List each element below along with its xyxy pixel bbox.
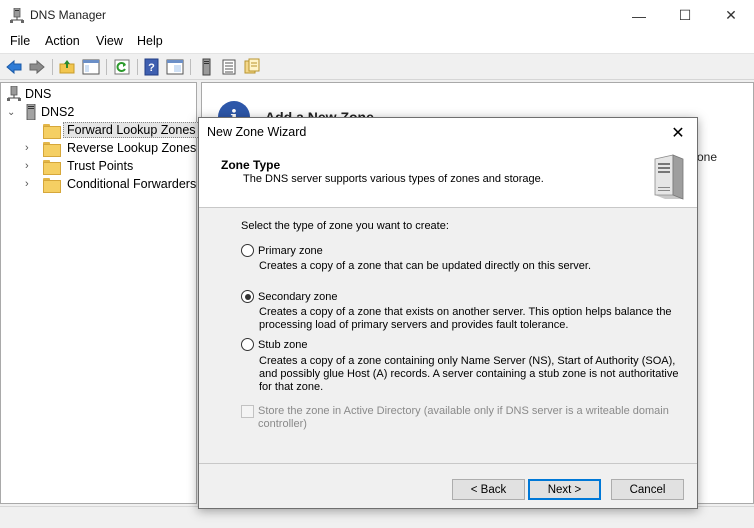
store-in-ad-checkbox: Store the zone in Active Directory (avai…	[241, 405, 681, 431]
title-bar: DNS Manager — ☐ ✕	[0, 0, 754, 31]
folder-icon	[43, 159, 61, 175]
wizard-body: Select the type of zone you want to crea…	[199, 209, 697, 462]
window-title: DNS Manager	[30, 8, 107, 22]
show-hide-tree-icon[interactable]	[82, 58, 100, 76]
toolbar-separator	[106, 59, 107, 75]
chevron-right-icon[interactable]: ›	[25, 178, 43, 190]
wizard-page-title: Zone Type	[221, 158, 281, 172]
toolbar-separator	[137, 59, 138, 75]
dialog-close-button[interactable]: ✕	[667, 122, 689, 144]
toolbar: ?	[0, 53, 754, 80]
wizard-header: Zone Type The DNS server supports variou…	[199, 147, 697, 208]
server-tower-icon	[654, 154, 684, 200]
store-in-ad-label: Store the zone in Active Directory (avai…	[258, 405, 669, 430]
primary-zone-description: Creates a copy of a zone that can be upd…	[259, 260, 592, 272]
tree-item-label: Trust Points	[67, 159, 134, 173]
refresh-icon[interactable]	[113, 58, 131, 76]
zone-type-prompt: Select the type of zone you want to crea…	[241, 220, 449, 232]
stub-zone-description: Creates a copy of a zone containing only…	[259, 355, 679, 393]
back-arrow-icon[interactable]	[5, 58, 23, 76]
chevron-right-icon[interactable]: ›	[25, 160, 43, 172]
console-tree[interactable]: DNS ⌄ DNS2 Forward Lookup Zones › Revers…	[0, 82, 200, 504]
primary-zone-radio[interactable]: Primary zone	[241, 244, 323, 257]
svg-text:?: ?	[148, 62, 155, 74]
tree-item-label: Forward Lookup Zones	[63, 122, 200, 138]
tree-item-forward-lookup-zones[interactable]: Forward Lookup Zones	[25, 121, 200, 139]
next-button[interactable]: Next >	[528, 479, 601, 500]
tree-item-label: Reverse Lookup Zones	[67, 141, 197, 155]
toolbar-separator	[190, 59, 191, 75]
new-zone-wizard-dialog: New Zone Wizard ✕ Zone Type The DNS serv…	[198, 117, 698, 509]
help-icon[interactable]: ?	[143, 58, 161, 76]
maximize-button[interactable]: ☐	[662, 0, 708, 31]
dialog-title-bar: New Zone Wizard ✕	[199, 118, 697, 147]
status-bar	[0, 506, 754, 528]
tree-server-label: DNS2	[41, 105, 75, 119]
back-button[interactable]: < Back	[452, 479, 525, 500]
chevron-right-icon[interactable]: ›	[25, 142, 43, 154]
stub-zone-label: Stub zone	[258, 338, 308, 351]
tree-server-dns2[interactable]: ⌄ DNS2	[7, 103, 78, 121]
menu-file[interactable]: File	[10, 34, 30, 48]
server-icon[interactable]	[197, 58, 215, 76]
tree-root-dns[interactable]: DNS	[7, 85, 55, 103]
tree-item-reverse-lookup-zones[interactable]: › Reverse Lookup Zones	[25, 139, 200, 157]
menu-bar: File Action View Help	[0, 31, 754, 53]
dns-manager-icon	[10, 8, 24, 23]
menu-view[interactable]: View	[96, 34, 123, 48]
minimize-button[interactable]: —	[616, 0, 662, 31]
dialog-title: New Zone Wizard	[207, 125, 307, 139]
radio-button[interactable]	[241, 244, 254, 257]
close-button[interactable]: ✕	[708, 0, 754, 31]
radio-button[interactable]	[241, 338, 254, 351]
tree-item-label: Conditional Forwarders	[67, 177, 197, 191]
chevron-down-icon[interactable]: ⌄	[7, 107, 25, 118]
primary-zone-label: Primary zone	[258, 244, 323, 257]
folder-icon	[43, 141, 61, 157]
radio-button-selected[interactable]	[241, 290, 254, 303]
console-pane-icon[interactable]	[166, 58, 184, 76]
results-partial-text: one	[697, 150, 718, 164]
toolbar-separator	[52, 59, 53, 75]
tree-item-conditional-forwarders[interactable]: › Conditional Forwarders	[25, 175, 200, 193]
secondary-zone-radio[interactable]: Secondary zone	[241, 290, 338, 303]
folder-icon	[43, 123, 61, 139]
menu-action[interactable]: Action	[45, 34, 80, 48]
stub-zone-radio[interactable]: Stub zone	[241, 338, 308, 351]
server-icon	[26, 104, 36, 120]
list-records-icon[interactable]	[220, 58, 238, 76]
dns-icon	[7, 86, 21, 101]
tree-item-trust-points[interactable]: › Trust Points	[25, 157, 137, 175]
up-folder-icon[interactable]	[58, 58, 76, 76]
wizard-footer: < Back Next > Cancel	[199, 463, 697, 508]
cancel-button[interactable]: Cancel	[611, 479, 684, 500]
copy-records-icon[interactable]	[243, 58, 261, 76]
secondary-zone-label: Secondary zone	[258, 290, 338, 303]
secondary-zone-description: Creates a copy of a zone that exists on …	[259, 306, 672, 331]
folder-icon	[43, 177, 61, 193]
tree-root-label: DNS	[25, 87, 52, 101]
forward-arrow-icon[interactable]	[28, 58, 46, 76]
menu-help[interactable]: Help	[137, 34, 163, 48]
checkbox-disabled	[241, 405, 254, 418]
wizard-page-subtitle: The DNS server supports various types of…	[243, 173, 544, 185]
